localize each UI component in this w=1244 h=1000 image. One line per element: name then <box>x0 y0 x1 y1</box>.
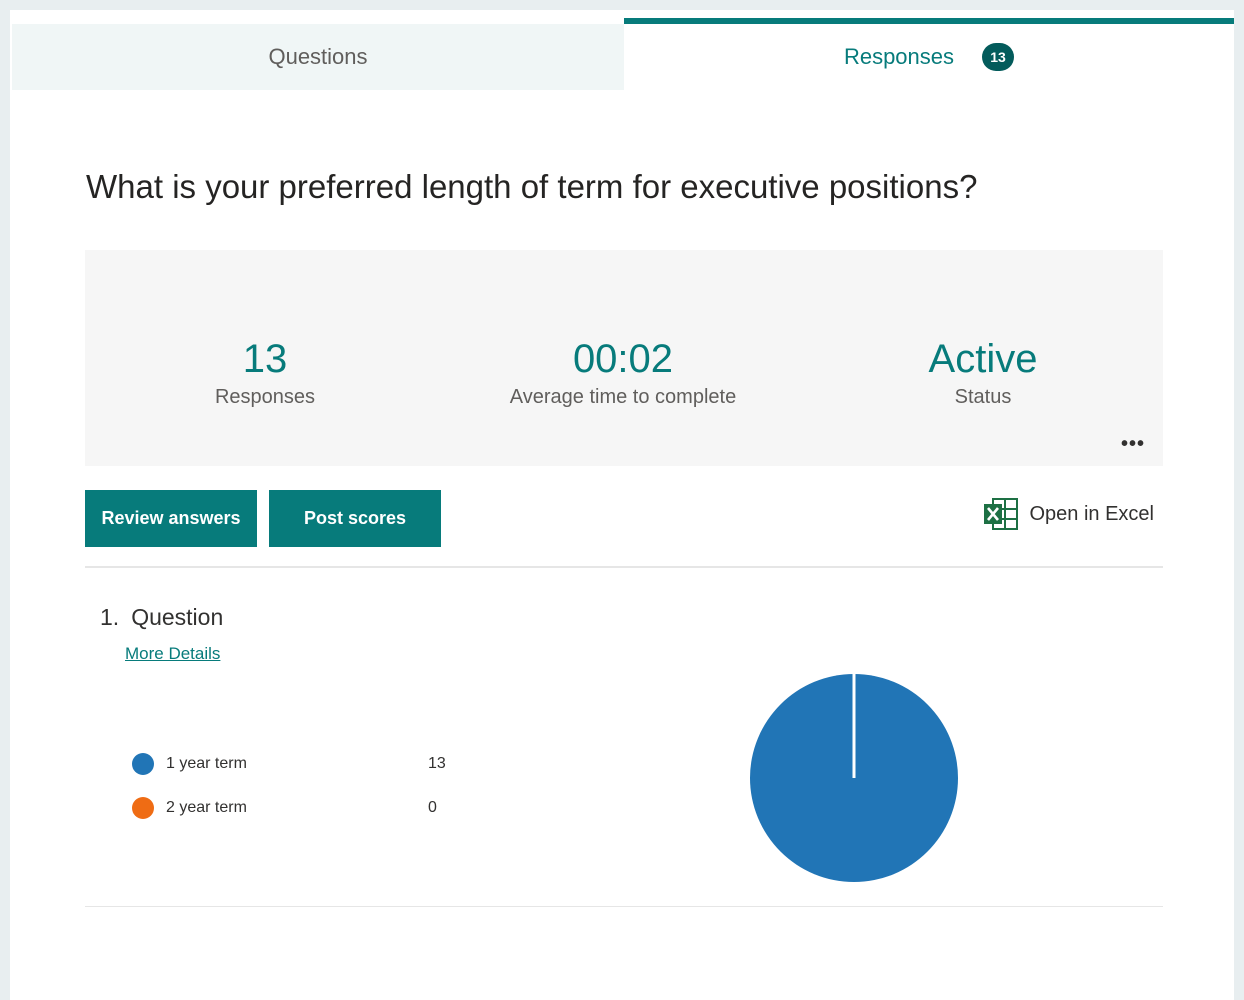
legend-count: 0 <box>428 799 437 816</box>
stat-status: Active Status <box>883 336 1083 409</box>
review-answers-button[interactable]: Review answers <box>85 490 257 547</box>
responses-count-badge: 13 <box>982 43 1015 71</box>
tab-responses-label: Responses <box>843 44 955 69</box>
pie-chart <box>750 674 958 882</box>
open-in-excel-link[interactable]: Open in Excel <box>983 498 1154 530</box>
stat-average-time: 00:02 Average time to complete <box>473 336 773 409</box>
tab-bar: Questions Responses 13 <box>10 10 1234 90</box>
legend-count: 13 <box>428 755 446 772</box>
excel-icon <box>984 498 1019 530</box>
legend-label: 1 year term <box>166 755 247 772</box>
stat-average-time-label: Average time to complete <box>509 386 737 408</box>
stat-responses-label: Responses <box>214 386 316 408</box>
section-divider <box>85 566 1163 568</box>
stat-responses: 13 Responses <box>165 336 365 409</box>
legend-swatch <box>132 797 154 819</box>
form-title: What is your preferred length of term fo… <box>86 168 978 205</box>
stat-responses-value: 13 <box>242 337 288 381</box>
legend-swatch <box>132 753 154 775</box>
stat-status-label: Status <box>954 386 1012 408</box>
question-title: Question <box>131 604 224 630</box>
more-details-link[interactable]: More Details <box>125 644 220 664</box>
legend-label: 2 year term <box>166 799 247 816</box>
tab-questions[interactable]: Questions <box>12 24 624 90</box>
open-in-excel-label: Open in Excel <box>1029 502 1154 525</box>
legend-item: 1 year term 13 <box>132 742 472 786</box>
question-heading: 1. Question <box>100 604 223 631</box>
summary-stats-panel: 13 Responses 00:02 Average time to compl… <box>85 250 1163 466</box>
stat-status-value: Active <box>928 337 1038 381</box>
question-number: 1. <box>100 604 120 630</box>
tab-responses[interactable]: Responses 13 <box>624 18 1234 90</box>
more-options-icon[interactable]: ••• <box>1121 434 1145 454</box>
tab-questions-label: Questions <box>268 44 368 69</box>
chart-legend: 1 year term 13 2 year term 0 <box>132 742 472 830</box>
legend-item: 2 year term 0 <box>132 786 472 830</box>
form-responses-panel: Questions Responses 13 What is your pref… <box>10 10 1234 1000</box>
bottom-divider <box>85 906 1163 907</box>
post-scores-button[interactable]: Post scores <box>269 490 441 547</box>
stat-average-time-value: 00:02 <box>572 337 674 381</box>
